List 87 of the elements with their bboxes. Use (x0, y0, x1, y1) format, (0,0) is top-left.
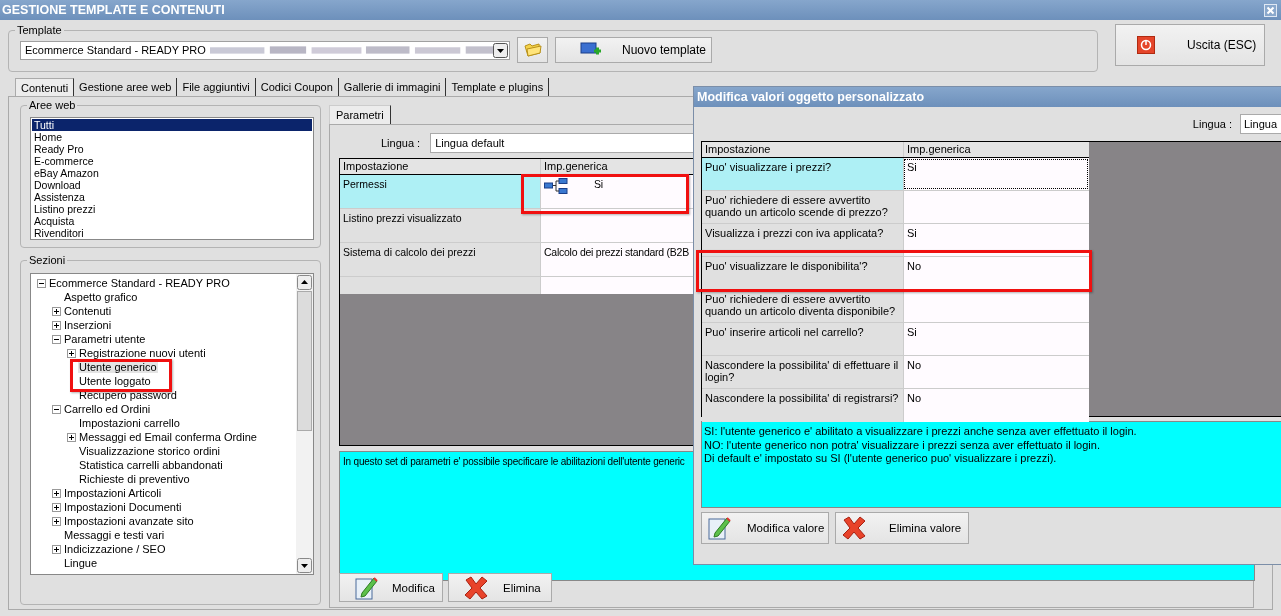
dialog-title: Modifica valori oggetto personalizzato (694, 87, 1281, 107)
delete-icon (463, 574, 489, 601)
value-cell[interactable]: Si (903, 158, 1089, 190)
scrollbar[interactable] (296, 274, 313, 574)
list-item[interactable]: Ready Pro (32, 143, 312, 155)
tree-item[interactable]: Messaggi ed Email conferma Ordine (78, 431, 258, 443)
tree-item[interactable]: Aspetto grafico (63, 291, 139, 303)
setting-cell[interactable]: Sistema di calcolo dei prezzi (340, 243, 540, 276)
delete-button[interactable]: Elimina (448, 573, 552, 602)
tree-item[interactable]: Inserzioni (63, 319, 113, 331)
tree-item[interactable]: Registrazione nuovi utenti (78, 347, 207, 359)
tree-item[interactable]: Impostazioni carrello (78, 417, 181, 429)
group-label: Template (15, 24, 64, 36)
scroll-thumb[interactable] (297, 291, 312, 431)
expand-icon[interactable] (52, 544, 61, 554)
value-cell[interactable]: No (903, 389, 1089, 422)
setting-cell[interactable]: Puo' visualizzare i prezzi? (702, 158, 903, 190)
hierarchy-icon (544, 178, 568, 194)
list-item[interactable]: Assistenza (32, 191, 312, 203)
value-text: Si (594, 178, 603, 190)
expand-icon[interactable] (52, 488, 61, 498)
expand-icon[interactable] (67, 348, 76, 358)
tree-item[interactable]: Impostazioni avanzate sito (63, 515, 195, 527)
list-item[interactable]: Download (32, 179, 312, 191)
tree-item[interactable]: Statistica carrelli abbandonati (78, 459, 224, 471)
tree-item[interactable]: Ecommerce Standard - READY PRO (48, 277, 231, 289)
monitor-plus-icon (580, 42, 602, 58)
column-header: Impostazione (704, 142, 772, 157)
description-text: SI: l'utente generico e' abilitato a visualizzare i prezzi anche senza aver effettuato il login. NO: l'utente generico non potra' visualizzare i prezzi senza aver effettuato il login. Di default e' impostato su SI (l'utente generico puo' visualizzare i prezzi). (701, 421, 1281, 508)
pencil-document-icon (354, 574, 378, 601)
tree-item[interactable]: Impostazioni Articoli (63, 487, 163, 499)
tree-item[interactable]: Parametri utente (63, 333, 147, 345)
list-item[interactable]: Home (32, 131, 312, 143)
expand-icon[interactable] (67, 432, 76, 442)
delete-icon (841, 515, 867, 541)
collapse-icon[interactable] (52, 404, 61, 414)
tree-item[interactable]: Indicizzazione / SEO (63, 543, 167, 555)
language-label: Lingua : (381, 137, 421, 149)
tree-item[interactable]: Lingue (63, 557, 99, 569)
column-header: Impostazione (342, 159, 410, 174)
setting-cell[interactable]: Listino prezzi visualizzato (340, 209, 540, 242)
setting-cell[interactable]: Permessi (340, 175, 540, 208)
exit-button[interactable]: Uscita (ESC) (1115, 24, 1265, 66)
value-cell[interactable]: No (903, 257, 1089, 289)
column-header: Imp.generica (903, 142, 1089, 157)
folder-icon (523, 42, 542, 58)
group-label: Sezioni (27, 254, 68, 266)
tree-item[interactable]: Visualizzazione storico ordini (78, 445, 222, 457)
list-item[interactable]: Tutti (32, 119, 312, 131)
value-cell[interactable]: Si (903, 323, 1089, 355)
expand-icon[interactable] (52, 502, 61, 512)
edit-value-button[interactable]: Modifica valore (701, 512, 829, 544)
tab[interactable]: Parametri (329, 105, 391, 125)
tree-item[interactable]: Carrello ed Ordini (63, 403, 152, 415)
language-field[interactable]: Lingua (1240, 114, 1281, 134)
collapse-icon[interactable] (52, 334, 61, 344)
tree-item[interactable]: Contenuti (63, 305, 113, 317)
edit-button[interactable]: Modifica (339, 573, 443, 602)
value-cell[interactable] (903, 290, 1089, 322)
list-item[interactable]: E-commerce (32, 155, 312, 167)
value-cell[interactable]: No (903, 356, 1089, 388)
tree-item[interactable]: Impostazioni Documenti (63, 501, 183, 513)
new-template-button[interactable]: Nuovo template (555, 37, 712, 63)
tree-item[interactable]: Recupero password (78, 389, 178, 401)
template-dropdown[interactable]: Ecommerce Standard - READY PRO (20, 40, 510, 60)
expand-icon[interactable] (52, 516, 61, 526)
list-item[interactable]: Rivenditori (32, 227, 312, 239)
delete-value-button[interactable]: Elimina valore (835, 512, 969, 544)
language-label: Lingua : (1192, 118, 1232, 130)
tab[interactable]: Contenuti (15, 78, 75, 96)
window-title: GESTIONE TEMPLATE E CONTENUTI (2, 3, 225, 17)
collapse-icon[interactable] (37, 278, 46, 288)
expand-icon[interactable] (52, 306, 61, 316)
list-item[interactable]: Acquista (32, 215, 312, 227)
close-icon[interactable] (1264, 3, 1277, 17)
value-cell[interactable] (903, 191, 1089, 223)
scroll-up-icon[interactable] (297, 275, 312, 290)
tree-item[interactable]: Utente loggato (78, 375, 152, 387)
tree-item[interactable]: Messaggi e testi vari (63, 529, 166, 541)
scroll-down-icon[interactable] (297, 558, 312, 573)
expand-icon[interactable] (52, 320, 61, 330)
power-icon (1137, 36, 1155, 54)
tree-item[interactable]: Richieste di preventivo (78, 473, 191, 485)
group-label: Aree web (27, 99, 78, 111)
list-item[interactable]: Listino prezzi (32, 203, 312, 215)
list-item[interactable]: eBay Amazon (32, 167, 312, 179)
pencil-document-icon (707, 515, 731, 541)
